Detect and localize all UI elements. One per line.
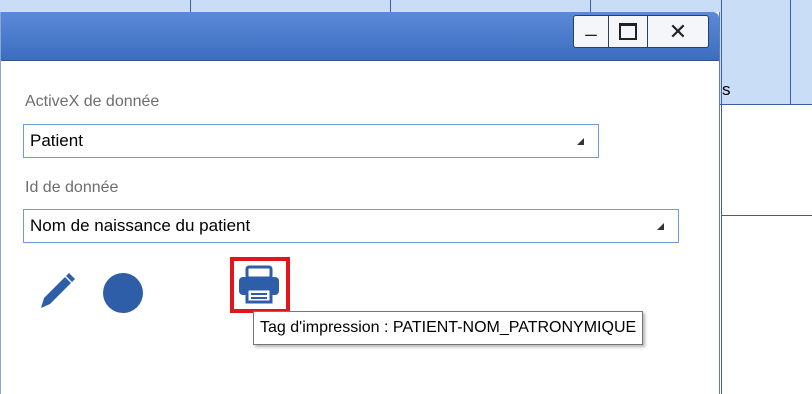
- activex-label: ActiveX de donnée: [25, 93, 160, 110]
- close-button[interactable]: ✕: [648, 16, 708, 47]
- tooltip-text: Tag d'impression : PATIENT-NOM_PATRONYMI…: [260, 319, 637, 336]
- background-cell-text: s: [722, 80, 731, 99]
- dropdown-arrow-icon: [657, 223, 664, 230]
- pencil-icon[interactable]: [35, 269, 79, 313]
- activex-select-value: Patient: [30, 131, 83, 150]
- activex-select[interactable]: Patient: [23, 124, 599, 158]
- dropdown-arrow-icon: [577, 138, 584, 145]
- circle-icon[interactable]: [101, 271, 145, 315]
- id-select[interactable]: Nom de naissance du patient: [23, 209, 679, 243]
- printer-icon[interactable]: [237, 265, 281, 305]
- dialog-titlebar[interactable]: _ ✕: [1, 12, 719, 61]
- minimize-button[interactable]: _: [574, 15, 609, 47]
- background-divider: [721, 0, 722, 394]
- background-divider: [390, 0, 391, 12]
- window-controls: _ ✕: [573, 15, 709, 48]
- print-tag-tooltip: Tag d'impression : PATIENT-NOM_PATRONYMI…: [253, 311, 644, 345]
- background-row-line: [722, 215, 812, 216]
- id-select-value: Nom de naissance du patient: [30, 216, 251, 235]
- id-label: Id de donnée: [25, 179, 119, 196]
- minimize-icon: _: [585, 15, 597, 37]
- background-divider: [190, 0, 191, 12]
- background-divider: [790, 0, 791, 104]
- background-divider: [590, 0, 591, 12]
- maximize-icon: [619, 23, 637, 40]
- maximize-button[interactable]: [609, 16, 648, 47]
- close-icon: ✕: [668, 18, 688, 44]
